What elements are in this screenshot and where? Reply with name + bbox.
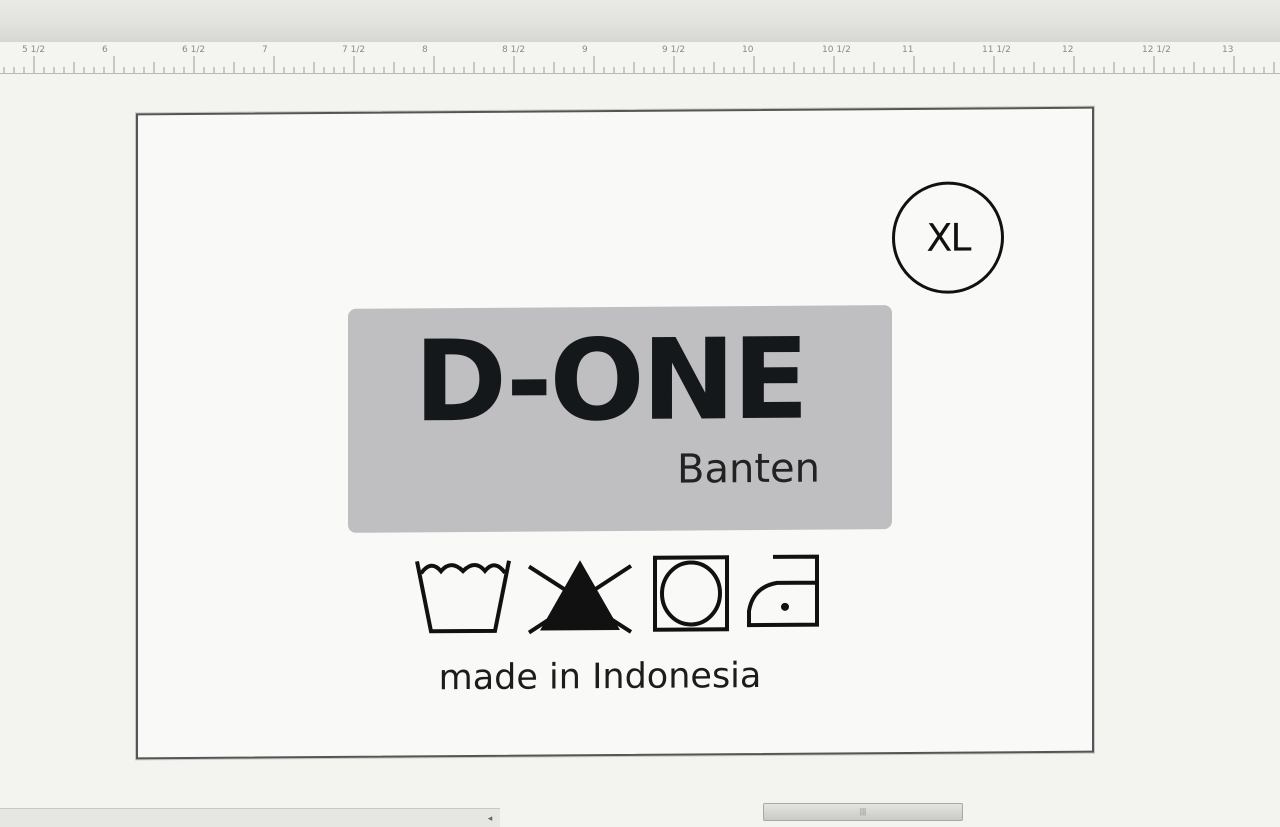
ruler-label: 9 1/2: [662, 45, 686, 55]
ruler-label: 8: [422, 45, 428, 55]
ruler-label: 8 1/2: [502, 45, 526, 55]
scroll-left-arrow[interactable]: ◂: [482, 810, 498, 826]
ruler-label: 13: [1222, 45, 1234, 55]
ruler-label: 5 1/2: [22, 45, 46, 55]
ruler-label: 6 1/2: [182, 45, 206, 55]
iron-low-icon: [747, 554, 819, 628]
ruler-label: 10 1/2: [822, 45, 851, 55]
document-page[interactable]: XL D-ONE Banten made in Indonesia: [136, 106, 1094, 760]
ruler-label: 9: [582, 45, 588, 55]
horizontal-scrollbar-track[interactable]: [0, 808, 500, 827]
size-label: XL: [926, 215, 970, 260]
ruler-label: 7 1/2: [342, 45, 366, 55]
ruler-label: 7: [262, 45, 268, 55]
wash-tub-icon: [415, 560, 511, 634]
tumble-dry-icon: [653, 555, 729, 632]
horizontal-ruler[interactable]: 5 1/2 6 6 1/2 7 7 1/2 8 8 1/2 9 9 1/2 10 10 1/2 11 1…: [0, 42, 1280, 74]
ruler-label: 12 1/2: [1142, 45, 1171, 55]
ruler-label: 11 1/2: [982, 45, 1011, 55]
care-symbols-row: [413, 550, 833, 637]
brand-name: D-ONE: [414, 314, 806, 448]
made-in-text: made in Indonesia: [438, 655, 762, 699]
ruler-label: 12: [1062, 45, 1074, 55]
no-bleach-icon: [527, 560, 633, 635]
horizontal-scrollbar-thumb[interactable]: |||: [763, 803, 963, 821]
ruler-label: 6: [102, 45, 108, 55]
ruler-label: 11: [902, 45, 914, 55]
ruler-label: 10: [742, 45, 754, 55]
size-badge: XL: [892, 181, 1004, 295]
toolbar-strip: [0, 0, 1280, 42]
brand-region: Banten: [677, 445, 820, 493]
brand-box: D-ONE Banten: [348, 305, 892, 533]
